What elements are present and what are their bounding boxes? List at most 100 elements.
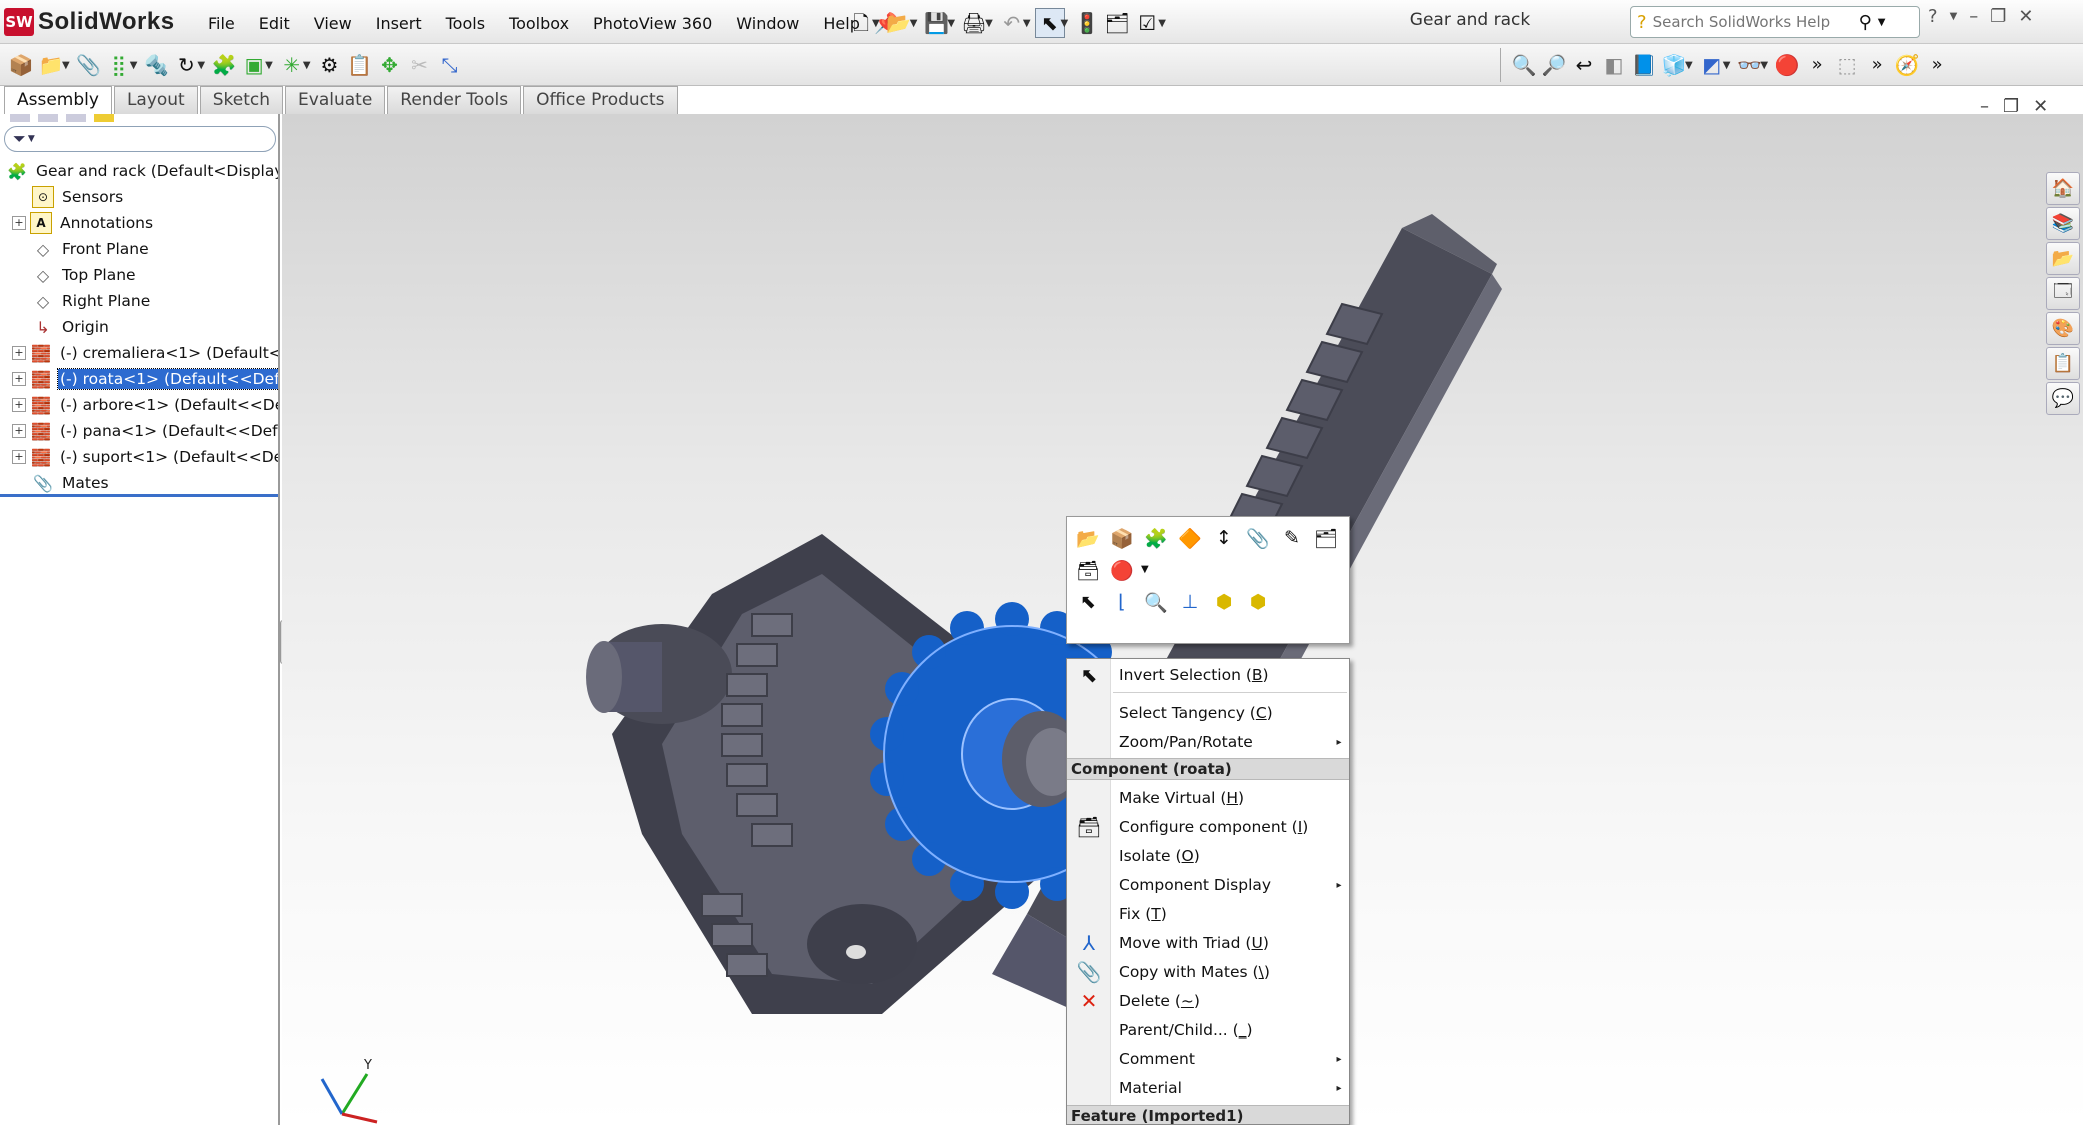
edit-appearance-icon[interactable]: 🔴 <box>1772 50 1802 80</box>
orientation-dropdown-icon[interactable]: ▼ <box>1685 60 1693 71</box>
tree-item-arbore[interactable]: + 🧱 (-) arbore<1> (Default<<Defa <box>0 392 278 418</box>
appearance-dropdown-icon[interactable]: ▼ <box>1141 555 1149 585</box>
appearance-tab-icon[interactable] <box>94 114 114 122</box>
reference-dropdown-icon[interactable]: ▼ <box>303 60 311 71</box>
exploded-view-icon[interactable]: ✥ <box>375 50 405 80</box>
tree-item-cremaliera[interactable]: + 🧱 (-) cremaliera<1> (Default<<D <box>0 340 278 366</box>
design-library-icon[interactable]: 📚 <box>2046 207 2080 240</box>
tree-item-annotations[interactable]: + A Annotations <box>0 210 278 236</box>
close-icon[interactable]: ✕ <box>2018 6 2033 27</box>
sort-icon[interactable]: ↕ <box>1209 523 1239 553</box>
open-dropdown-icon[interactable]: ▼ <box>910 18 918 29</box>
view-palette-icon[interactable]: 🗔 <box>2046 277 2080 310</box>
menu-file[interactable]: File <box>196 14 247 33</box>
tab-layout[interactable]: Layout <box>113 86 198 114</box>
tab-sketch[interactable]: Sketch <box>199 86 284 114</box>
mate-icon[interactable]: 📎 <box>74 50 104 80</box>
tree-item-sensors[interactable]: ⊙ Sensors <box>0 184 278 210</box>
solidworks-logo[interactable]: SW SolidWorks <box>4 4 194 40</box>
menu-item-zoom-pan-rotate[interactable]: Zoom/Pan/Rotate ▸ <box>1067 728 1349 756</box>
tree-item-front-plane[interactable]: ◇ Front Plane <box>0 236 278 262</box>
expand-icon[interactable]: + <box>12 424 26 438</box>
menu-item-select-tangency[interactable]: Select Tangency (C) <box>1067 699 1349 727</box>
section-view-icon[interactable]: ◧ <box>1599 50 1629 80</box>
minimize-icon[interactable]: – <box>1969 6 1978 27</box>
zoom-to-area-icon[interactable]: 🔎 <box>1539 50 1569 80</box>
insert-dropdown-icon[interactable]: ▼ <box>62 60 70 71</box>
pin-toolbar-icon[interactable]: 🧭 <box>1892 50 1922 80</box>
menu-tools[interactable]: Tools <box>434 14 497 33</box>
instant3d-icon[interactable]: ⤡ <box>435 50 465 80</box>
help-menu-icon[interactable]: ? <box>1928 6 1938 27</box>
search-dropdown-icon[interactable]: ▼ <box>1878 17 1886 28</box>
tab-office-products[interactable]: Office Products <box>523 86 678 114</box>
tree-item-suport[interactable]: + 🧱 (-) suport<1> (Default<<Defa <box>0 444 278 470</box>
expand-icon[interactable]: + <box>12 450 26 464</box>
property-manager-tab-icon[interactable] <box>38 114 58 122</box>
config-manager-tab-icon[interactable] <box>66 114 86 122</box>
mate-context-icon[interactable]: 📎 <box>1243 523 1273 553</box>
new-dropdown-icon[interactable]: ▼ <box>872 18 880 29</box>
more-view-icon[interactable]: » <box>1862 50 1892 80</box>
print-dropdown-icon[interactable]: ▼ <box>985 18 993 29</box>
menu-item-material[interactable]: Material ▸ <box>1067 1074 1349 1102</box>
sketch-icon[interactable]: ⌊ <box>1107 587 1137 617</box>
viewport-restore-icon[interactable]: ❐ <box>2003 96 2019 117</box>
show-hidden-icon[interactable]: 🧩 <box>209 50 239 80</box>
smart-fasteners-icon[interactable]: 🔩 <box>141 50 171 80</box>
options-dropdown-icon[interactable]: ▼ <box>1158 18 1166 29</box>
menu-photoview[interactable]: PhotoView 360 <box>581 14 724 33</box>
select-dropdown-icon[interactable]: ▼ <box>1061 18 1069 29</box>
file-explorer-icon[interactable]: 📂 <box>2046 242 2080 275</box>
search-input[interactable] <box>1652 13 1853 31</box>
normal-to-icon[interactable]: ⊥ <box>1175 587 1205 617</box>
more-tools-icon[interactable]: » <box>1802 50 1832 80</box>
smart-dimension-icon[interactable]: ✎ <box>1277 523 1307 553</box>
viewport-minimize-icon[interactable]: – <box>1980 96 1989 117</box>
move-dropdown-icon[interactable]: ▼ <box>197 60 205 71</box>
appearances-icon[interactable]: 🎨 <box>2046 312 2080 345</box>
tree-item-roata[interactable]: + 🧱 (-) roata<1> (Default<<Defau <box>0 366 278 392</box>
restore-icon[interactable]: ❐ <box>1990 6 2006 27</box>
search-icon[interactable]: ⚲ <box>1859 12 1872 33</box>
rebuild-icon[interactable]: 🚦 <box>1072 8 1102 38</box>
expand-icon[interactable]: + <box>12 398 26 412</box>
expand-icon[interactable]: + <box>12 372 26 386</box>
viewport-close-icon[interactable]: ✕ <box>2033 96 2048 117</box>
tab-render-tools[interactable]: Render Tools <box>387 86 522 114</box>
tab-assembly[interactable]: Assembly <box>4 86 112 114</box>
new-motion-study-icon[interactable]: ⚙ <box>315 50 345 80</box>
tree-item-mates[interactable]: 📎 Mates <box>0 470 278 496</box>
undo-dropdown-icon[interactable]: ▼ <box>1023 18 1031 29</box>
menu-item-comment[interactable]: Comment ▸ <box>1067 1045 1349 1073</box>
select-other-icon[interactable]: ⬉ <box>1073 587 1103 617</box>
menu-view[interactable]: View <box>302 14 364 33</box>
tree-filter[interactable]: ⏷ ▼ <box>4 126 276 152</box>
filter-dropdown-icon[interactable]: ▼ <box>28 134 35 144</box>
configure-component-icon[interactable]: 🗃 <box>1073 555 1103 585</box>
filter-icon[interactable]: ⏷ <box>13 129 26 149</box>
zoom-to-fit-icon[interactable]: 🔍 <box>1509 50 1539 80</box>
expand-toolbar-icon[interactable]: » <box>1922 50 1952 80</box>
edit-part-icon[interactable]: 📦 <box>1107 523 1137 553</box>
custom-properties-icon[interactable]: 📋 <box>2046 347 2080 380</box>
expand-icon[interactable]: + <box>12 346 26 360</box>
change-transparency-icon[interactable]: 🔶 <box>1175 523 1205 553</box>
feature-manager-tab-icon[interactable] <box>10 114 30 122</box>
insert-components-icon[interactable]: 📦 <box>6 50 36 80</box>
menu-item-isolate[interactable]: Isolate (O) <box>1067 842 1349 870</box>
tree-item-pana[interactable]: + 🧱 (-) pana<1> (Default<<Defau <box>0 418 278 444</box>
solidworks-forum-icon[interactable]: 💬 <box>2046 382 2080 415</box>
menu-item-make-virtual[interactable]: Make Virtual (H) <box>1067 784 1349 812</box>
zoom-to-selection-icon[interactable]: 🔍 <box>1141 587 1171 617</box>
menu-item-component-display[interactable]: Component Display ▸ <box>1067 871 1349 899</box>
hide-show-dropdown-icon[interactable]: ▼ <box>1760 60 1768 71</box>
dynamic-annotation-icon[interactable]: 📘 <box>1629 50 1659 80</box>
menu-item-copy-with-mates[interactable]: 📎 Copy with Mates (\) <box>1067 958 1349 986</box>
pattern-dropdown-icon[interactable]: ▼ <box>130 60 138 71</box>
expand-icon[interactable]: + <box>12 216 26 230</box>
appearance-ball-icon[interactable]: 🔴 <box>1107 555 1137 585</box>
explode-line-sketch-icon[interactable]: ✂ <box>405 50 435 80</box>
menu-item-parent-child[interactable]: Parent/Child... (_) <box>1067 1016 1349 1044</box>
menu-window[interactable]: Window <box>724 14 811 33</box>
